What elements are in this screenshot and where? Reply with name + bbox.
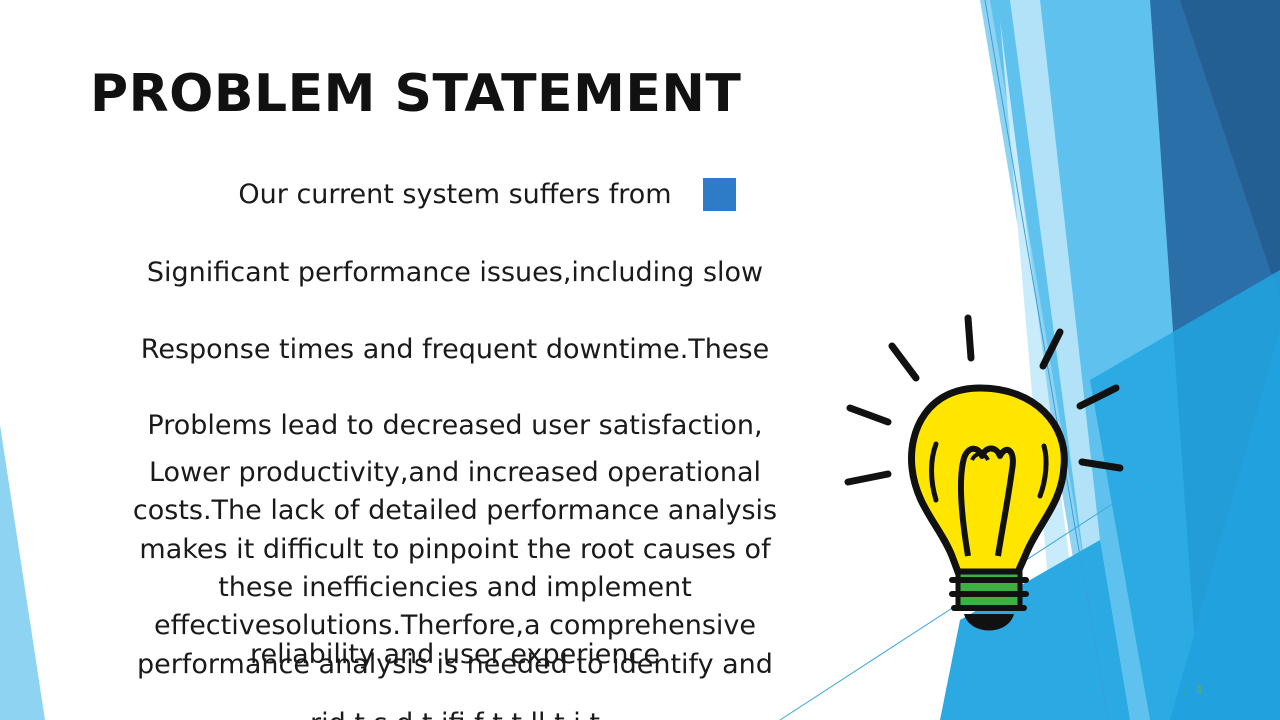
body-line-4: Problems lead to decreased user satisfac…: [147, 410, 763, 441]
body-line-8: these inefficiencies and implement: [218, 572, 692, 603]
slide: PROBLEM STATEMENT Our current system suf…: [0, 0, 1280, 720]
cutoff-text: rid t s d t ifi f t t ll t i t: [95, 705, 815, 720]
slide-title: PROBLEM STATEMENT: [90, 64, 742, 124]
body-line-5: Lower productivity,and increased operati…: [148, 457, 762, 488]
body-line-7: makes it difficult to pinpoint the root …: [139, 534, 771, 565]
lightbulb-icon: [844, 314, 1124, 631]
blue-square-icon: [703, 178, 736, 211]
page-number: 4: [1195, 682, 1203, 697]
body-line-2: Significant performance issues,including…: [146, 257, 764, 288]
body-line-6: costs.The lack of detailed performance a…: [132, 495, 778, 526]
overlapping-text: reliability and user experience: [250, 639, 660, 670]
body-line-3: Response times and frequent downtime.The…: [140, 334, 770, 365]
